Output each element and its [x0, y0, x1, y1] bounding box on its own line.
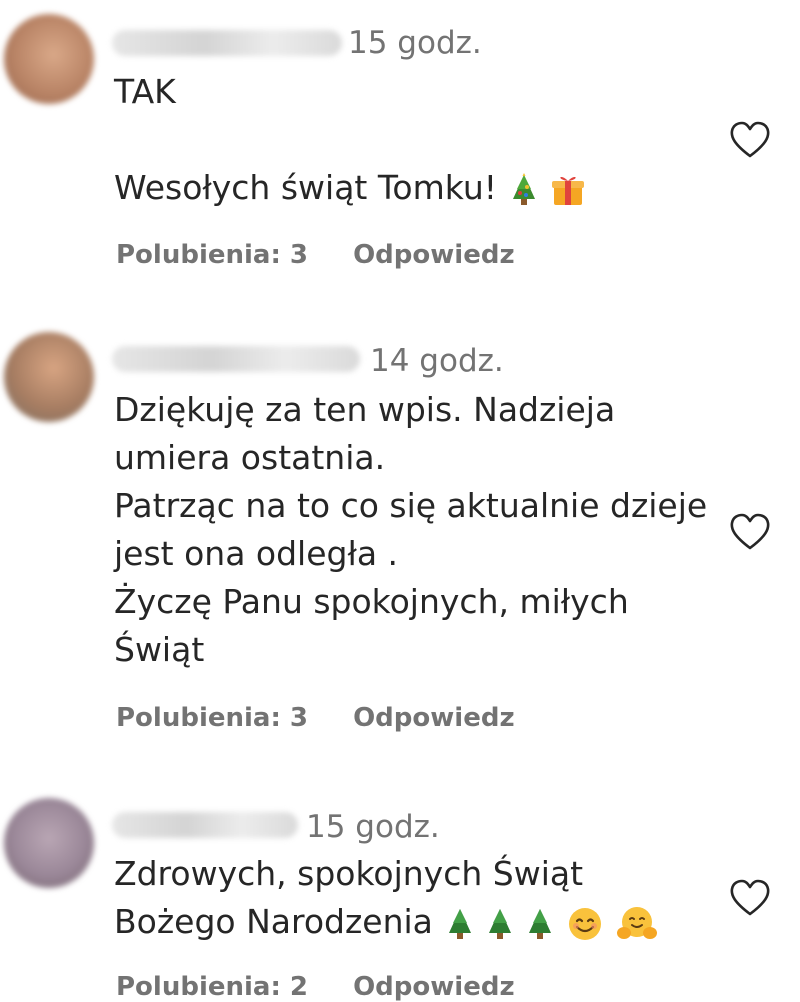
comment-time: 15 godz.: [348, 25, 482, 61]
likes-count-link[interactable]: Polubienia: 2: [116, 972, 308, 1002]
comment-text: TAK: [114, 68, 176, 116]
comment-line: umiera ostatnia.: [114, 438, 386, 477]
comment-line: jest ona odległa .: [114, 534, 399, 573]
avatar[interactable]: [4, 14, 94, 104]
comment-line: Zdrowych, spokojnych Świąt: [114, 854, 584, 893]
likes-count-link[interactable]: Polubienia: 3: [116, 240, 308, 270]
hugging-face-emoji: [616, 906, 657, 939]
christmas-tree-emoji: [448, 908, 471, 939]
heart-outline-icon[interactable]: [728, 878, 772, 918]
gift-emoji: [551, 176, 584, 205]
likes-count-link[interactable]: Polubienia: 3: [116, 703, 308, 733]
comment-line: TAK: [114, 72, 176, 111]
avatar[interactable]: [4, 332, 94, 422]
comment-line: Świąt: [114, 630, 205, 669]
comment-text-line: Wesołych świąt Tomku!: [114, 164, 585, 212]
comment-footer: Polubienia: 3 Odpowiedz: [116, 240, 515, 270]
comment-line: Życzę Panu spokojnych, miłych: [114, 582, 629, 621]
comment-text-line: Świąt: [114, 626, 204, 674]
emoji-group: [447, 906, 657, 942]
username-blurred[interactable]: [112, 346, 360, 372]
comment-line: Dziękuję za ten wpis. Nadzieja: [114, 390, 616, 429]
smiling-face-emoji: [568, 907, 601, 940]
comment-time: 15 godz.: [306, 809, 440, 845]
comment-footer: Polubienia: 2 Odpowiedz: [116, 972, 515, 1002]
comment-footer: Polubienia: 3 Odpowiedz: [116, 703, 515, 733]
comment-time: 14 godz.: [370, 343, 504, 379]
emoji-group: [511, 172, 585, 207]
reply-button[interactable]: Odpowiedz: [353, 240, 515, 270]
heart-outline-icon[interactable]: [728, 512, 772, 552]
username-blurred[interactable]: [112, 30, 342, 56]
comment-line: Patrząc na to co się aktualnie dzieje: [114, 486, 708, 525]
comment-text-line: Życzę Panu spokojnych, miłych: [114, 578, 629, 626]
christmas-tree-emoji: [512, 172, 535, 205]
reply-button[interactable]: Odpowiedz: [353, 703, 515, 733]
christmas-tree-emoji: [528, 908, 551, 939]
avatar[interactable]: [4, 798, 94, 888]
christmas-tree-emoji: [488, 908, 511, 939]
comment-text: Zdrowych, spokojnych Świąt: [114, 850, 583, 898]
comment-text-line: Bożego Narodzenia: [114, 898, 657, 946]
username-blurred[interactable]: [112, 812, 298, 838]
heart-outline-icon[interactable]: [728, 120, 772, 160]
comment-line: Wesołych świąt Tomku!: [114, 168, 497, 207]
reply-button[interactable]: Odpowiedz: [353, 972, 515, 1002]
comment-text-line: umiera ostatnia.: [114, 434, 385, 482]
comment-text-line: jest ona odległa .: [114, 530, 398, 578]
comment-line: Bożego Narodzenia: [114, 902, 433, 941]
comment-text: Dziękuję za ten wpis. Nadzieja: [114, 386, 615, 434]
comment-text-line: Patrząc na to co się aktualnie dzieje: [114, 482, 707, 530]
